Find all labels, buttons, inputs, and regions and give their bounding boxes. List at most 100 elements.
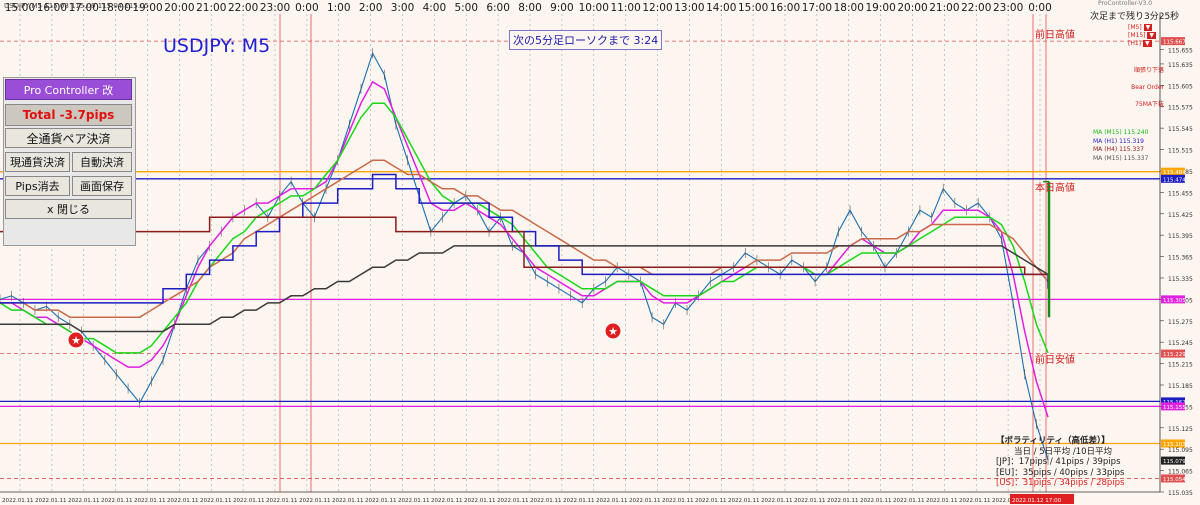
x-tick-label-top: 14:00 [706, 2, 736, 14]
pro-controller-panel: Pro Controller 改 Total -3.7pips 全通貨ペア決済 … [3, 77, 136, 246]
price-tag-label: 115.667 [1163, 40, 1186, 46]
auto-close-button[interactable]: 自動決済 [72, 152, 132, 172]
x-tick-label-bottom: 2022.01.11 [563, 498, 595, 504]
prev-low-label: 前日安値 [1035, 355, 1075, 366]
total-pips-display: Total -3.7pips [5, 104, 132, 126]
price-tag-label: 115.103 [1163, 442, 1186, 448]
x-tick-label-top: 8:00 [518, 2, 542, 14]
x-tick-label-bottom: 2022.01.11 [68, 498, 100, 504]
trend-notes: 順張り下落 Bear Order 75MA下抜 [1108, 62, 1164, 113]
volatility-row-eu: [EU]：35pips / 40pips / 33pips [996, 467, 1125, 478]
x-tick-label-top: 17:00 [802, 2, 832, 14]
x-tick-label-top: 22:00 [228, 2, 258, 14]
y-tick-label: 115.035 [1168, 490, 1193, 497]
y-tick-label: 115.245 [1168, 340, 1193, 347]
y-tick-label: 115.425 [1168, 212, 1193, 219]
volatility-row-jp: [JP]：17pips / 41pips / 39pips [996, 457, 1121, 467]
tf-trend-row: [M15] ▼ [1128, 32, 1157, 40]
x-tick-label-bottom: 2022.01.11 [728, 498, 760, 504]
x-tick-label-bottom: 2022.01.11 [464, 498, 496, 504]
x-tick-label-bottom: 2022.01.11 [794, 498, 826, 504]
y-tick-label: 115.575 [1168, 105, 1193, 112]
clear-pips-button[interactable]: Pips消去 [5, 176, 70, 196]
price-tag-label: 115.229 [1163, 352, 1186, 358]
volatility-header: 【ボラティリティ（高低差）】 [996, 436, 1110, 446]
x-tick-label-top: 23:00 [260, 2, 290, 14]
x-tick-label-top: 0:00 [295, 2, 319, 14]
trend-note: 順張り下落 [1133, 67, 1164, 74]
x-tick-label-top: 20:00 [164, 2, 194, 14]
y-tick-label: 115.125 [1168, 426, 1193, 433]
x-tick-label-top: 19:00 [865, 2, 895, 14]
close-current-pair-button[interactable]: 現通貨決済 [5, 152, 70, 172]
chart-title: USDJPY: M5 [163, 35, 271, 57]
x-tick-label-bottom: 2022.01.11 [860, 498, 892, 504]
current-time-label: 2022.01.12 17:00 [1012, 498, 1062, 504]
down-arrow-icon: ▼ [1143, 24, 1153, 31]
save-screen-button[interactable]: 画面保存 [72, 176, 132, 196]
x-tick-label-bottom: 2022.01.11 [134, 498, 166, 504]
signal-star-glyph: ★ [71, 334, 81, 347]
close-all-pairs-button[interactable]: 全通貨ペア決済 [5, 128, 132, 148]
x-tick-label-top: 13:00 [674, 2, 704, 14]
x-tick-label-bottom: 2022.01.11 [761, 498, 793, 504]
chart-background [0, 0, 1200, 505]
x-tick-label-bottom: 2022.01.11 [629, 498, 661, 504]
panel-title-button[interactable]: Pro Controller 改 [5, 79, 132, 100]
tf-trend-row: [H1] ▼ [1128, 40, 1156, 48]
x-tick-label-bottom: 2022.01.11 [959, 498, 991, 504]
x-tick-label-bottom: 2022.01.11 [266, 498, 298, 504]
x-tick-label-top: 22:00 [961, 2, 991, 14]
x-tick-label-bottom: 2022.01.11 [233, 498, 265, 504]
down-arrow-icon: ▼ [1142, 40, 1152, 47]
ma-readout-row: MA (H1) 115.319 [1093, 137, 1144, 145]
y-tick-label: 115.455 [1168, 190, 1193, 197]
countdown-label: 次の5分足ローソクまで 3:24 [509, 30, 663, 50]
x-tick-label-top: 9:00 [550, 2, 574, 14]
y-tick-label: 115.185 [1168, 383, 1193, 390]
x-tick-label-top: 3:00 [391, 2, 415, 14]
x-tick-label-bottom: 2022.01.11 [530, 498, 562, 504]
ma-readout-row: MA (M15) 115.240 [1093, 129, 1149, 136]
x-tick-label-top: 10:00 [579, 2, 609, 14]
trend-note: 75MA下抜 [1135, 101, 1164, 108]
x-tick-label-bottom: 2022.01.11 [299, 498, 331, 504]
volatility-box: 【ボラティリティ（高低差）】 当日 / 5日平均 /10日平均 [JP]：17p… [996, 436, 1154, 489]
y-tick-label: 115.605 [1168, 83, 1193, 90]
y-tick-label: 115.395 [1168, 233, 1193, 240]
y-tick-label: 115.095 [1168, 447, 1193, 454]
y-tick-label: 115.275 [1168, 319, 1193, 326]
price-tag-label: 115.474 [1163, 177, 1186, 183]
x-tick-label-top: 15:00 [738, 2, 768, 14]
x-tick-label-top: 16:00 [770, 2, 800, 14]
x-tick-label-bottom: 2022.01.11 [893, 498, 925, 504]
y-tick-label: 115.635 [1168, 62, 1193, 69]
x-tick-label-top: 11:00 [610, 2, 640, 14]
x-tick-label-bottom: 2022.01.11 [200, 498, 232, 504]
x-tick-label-bottom: 2022.01.11 [167, 498, 199, 504]
price-tag-label: 115.054 [1163, 477, 1186, 483]
close-panel-button[interactable]: x 閉じる [5, 199, 132, 219]
price-chart[interactable]: 15:00 16:00 17:00 18:00 19:00 20:00 21:00 22:00… [0, 0, 1200, 505]
version-label: ProController-V3.0 [1098, 0, 1153, 7]
ma-readout: MA (M15) 115.240 MA (H1) 115.319 MA (H4) 1… [1093, 129, 1148, 163]
today-high-label: 本日高値 [1035, 183, 1075, 194]
chart-header-text: USDJPY,M5 115.08 115.09 115.04 115.05 [4, 2, 149, 10]
x-tick-label-bottom: 2022.01.11 [365, 498, 397, 504]
x-tick-label-top: 5:00 [454, 2, 478, 14]
x-tick-label-bottom: 2022.01.11 [332, 498, 364, 504]
down-arrow-icon: ▼ [1147, 32, 1157, 39]
tf-label: [M5] [1128, 24, 1142, 31]
x-tick-label-top: 12:00 [642, 2, 672, 14]
x-tick-label-bottom: 2022.01.11 [695, 498, 727, 504]
price-tag-label: 115.305 [1163, 298, 1186, 304]
y-tick-label: 115.515 [1168, 148, 1193, 155]
x-tick-label-top: 20:00 [897, 2, 927, 14]
x-tick-label-bottom: 2022.01.11 [497, 498, 529, 504]
x-tick-label-bottom: 2022.01.11 [662, 498, 694, 504]
x-tick-label-top: 18:00 [834, 2, 864, 14]
y-tick-label: 115.335 [1168, 276, 1193, 283]
next-bar-countdown: 次足まで残り3分25秒 [1090, 12, 1180, 22]
ma-readout-row: MA (H4) 115.337 [1093, 146, 1144, 153]
y-tick-label: 115.545 [1168, 126, 1193, 133]
